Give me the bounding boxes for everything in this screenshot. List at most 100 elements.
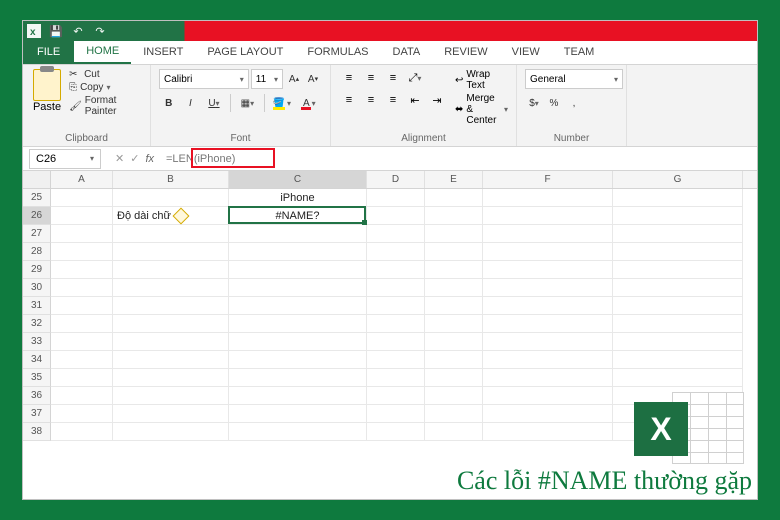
cell-C38[interactable] (229, 423, 367, 441)
underline-button[interactable]: U ▾ (202, 93, 226, 113)
cell-A29[interactable] (51, 261, 113, 279)
row-header-32[interactable]: 32 (23, 315, 51, 333)
col-header-A[interactable]: A (51, 171, 113, 188)
cell-A33[interactable] (51, 333, 113, 351)
cell-F38[interactable] (483, 423, 613, 441)
align-center-button[interactable]: ≡ (361, 91, 381, 109)
fill-color-button[interactable]: 🪣▾ (269, 93, 294, 113)
cell-F30[interactable] (483, 279, 613, 297)
cell-D25[interactable] (367, 189, 425, 207)
cell-D32[interactable] (367, 315, 425, 333)
row-header-28[interactable]: 28 (23, 243, 51, 261)
cell-B25[interactable] (113, 189, 229, 207)
cell-E34[interactable] (425, 351, 483, 369)
name-box[interactable]: C26▾ (29, 149, 101, 169)
tab-data[interactable]: DATA (381, 40, 433, 64)
increase-font-button[interactable]: A▴ (285, 69, 303, 89)
cell-F27[interactable] (483, 225, 613, 243)
align-top-button[interactable]: ≡ (339, 69, 359, 87)
increase-indent-button[interactable]: ⇥ (427, 91, 447, 109)
col-header-D[interactable]: D (367, 171, 425, 188)
error-marker-icon[interactable] (172, 207, 189, 224)
cell-F35[interactable] (483, 369, 613, 387)
cell-C36[interactable] (229, 387, 367, 405)
currency-button[interactable]: $ ▾ (525, 93, 543, 113)
cell-F28[interactable] (483, 243, 613, 261)
cell-B33[interactable] (113, 333, 229, 351)
cell-A26[interactable] (51, 207, 113, 225)
cell-B32[interactable] (113, 315, 229, 333)
orientation-button[interactable]: ⤢▾ (405, 69, 425, 87)
redo-icon[interactable]: ↷ (93, 24, 107, 38)
cell-G34[interactable] (613, 351, 743, 369)
tab-formulas[interactable]: FORMULAS (295, 40, 380, 64)
cell-C32[interactable] (229, 315, 367, 333)
cell-C30[interactable] (229, 279, 367, 297)
tab-file[interactable]: FILE (23, 40, 74, 64)
cell-E27[interactable] (425, 225, 483, 243)
cell-C34[interactable] (229, 351, 367, 369)
cell-E25[interactable] (425, 189, 483, 207)
col-header-G[interactable]: G (613, 171, 743, 188)
cell-G28[interactable] (613, 243, 743, 261)
cell-C28[interactable] (229, 243, 367, 261)
col-header-E[interactable]: E (425, 171, 483, 188)
cell-B36[interactable] (113, 387, 229, 405)
cell-D35[interactable] (367, 369, 425, 387)
cell-E31[interactable] (425, 297, 483, 315)
cell-F25[interactable] (483, 189, 613, 207)
row-header-27[interactable]: 27 (23, 225, 51, 243)
bold-button[interactable]: B (159, 93, 179, 113)
cell-B27[interactable] (113, 225, 229, 243)
cell-F29[interactable] (483, 261, 613, 279)
cell-E36[interactable] (425, 387, 483, 405)
cut-button[interactable]: ✂Cut (69, 69, 142, 80)
cell-F37[interactable] (483, 405, 613, 423)
cell-D26[interactable] (367, 207, 425, 225)
paste-button[interactable]: Paste (31, 69, 63, 117)
cell-D29[interactable] (367, 261, 425, 279)
cell-B35[interactable] (113, 369, 229, 387)
merge-center-button[interactable]: ⬌Merge & Center ▾ (455, 93, 508, 126)
cell-E37[interactable] (425, 405, 483, 423)
cell-G25[interactable] (613, 189, 743, 207)
row-header-33[interactable]: 33 (23, 333, 51, 351)
cell-A35[interactable] (51, 369, 113, 387)
cell-D36[interactable] (367, 387, 425, 405)
align-left-button[interactable]: ≡ (339, 91, 359, 109)
row-header-26[interactable]: 26 (23, 207, 51, 225)
cell-C33[interactable] (229, 333, 367, 351)
align-right-button[interactable]: ≡ (383, 91, 403, 109)
cell-G33[interactable] (613, 333, 743, 351)
cell-A34[interactable] (51, 351, 113, 369)
cell-C25[interactable]: iPhone (229, 189, 367, 207)
row-header-38[interactable]: 38 (23, 423, 51, 441)
cell-F26[interactable] (483, 207, 613, 225)
cell-A38[interactable] (51, 423, 113, 441)
font-size-select[interactable]: 11▾ (251, 69, 283, 89)
cell-C37[interactable] (229, 405, 367, 423)
row-header-36[interactable]: 36 (23, 387, 51, 405)
cell-G30[interactable] (613, 279, 743, 297)
cell-D37[interactable] (367, 405, 425, 423)
cell-B28[interactable] (113, 243, 229, 261)
cell-E38[interactable] (425, 423, 483, 441)
cell-A31[interactable] (51, 297, 113, 315)
col-header-C[interactable]: C (229, 171, 367, 188)
decrease-font-button[interactable]: A▾ (304, 69, 322, 89)
cell-B34[interactable] (113, 351, 229, 369)
row-header-31[interactable]: 31 (23, 297, 51, 315)
cell-A36[interactable] (51, 387, 113, 405)
cell-F31[interactable] (483, 297, 613, 315)
row-header-30[interactable]: 30 (23, 279, 51, 297)
cell-C35[interactable] (229, 369, 367, 387)
number-format-select[interactable]: General▾ (525, 69, 623, 89)
tab-view[interactable]: VIEW (500, 40, 552, 64)
row-header-29[interactable]: 29 (23, 261, 51, 279)
cell-G27[interactable] (613, 225, 743, 243)
cell-D28[interactable] (367, 243, 425, 261)
cell-D30[interactable] (367, 279, 425, 297)
cell-G31[interactable] (613, 297, 743, 315)
select-all-corner[interactable] (23, 171, 51, 188)
cell-A25[interactable] (51, 189, 113, 207)
